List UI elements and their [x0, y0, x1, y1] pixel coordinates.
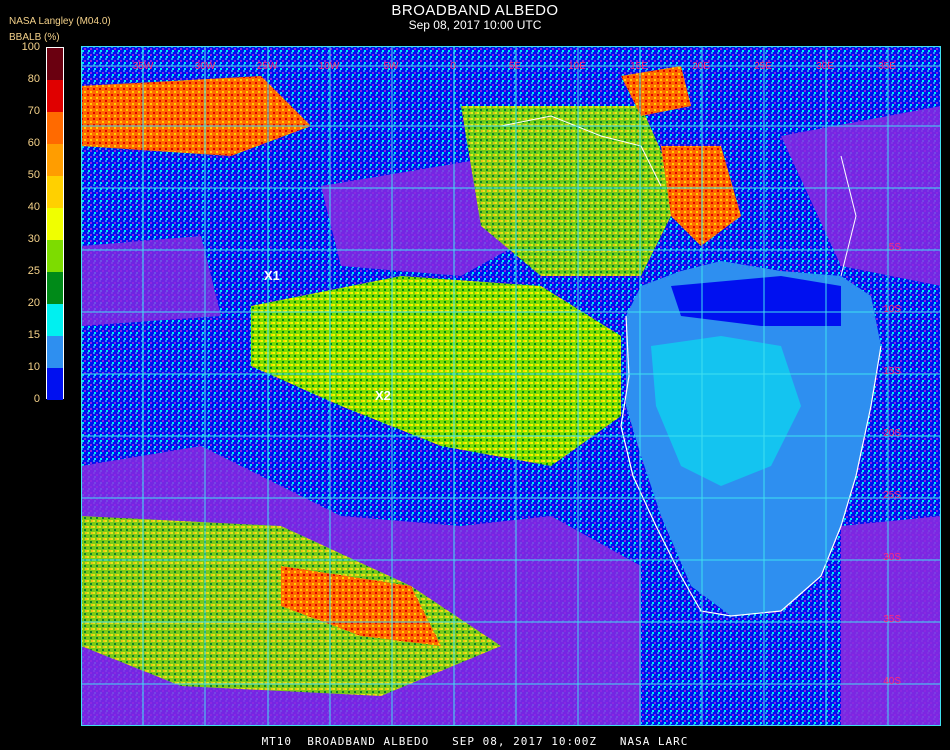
legend-tick: 30 — [27, 233, 40, 245]
map-title: BROADBAND ALBEDO — [391, 2, 559, 19]
longitude-label: 10W — [319, 61, 340, 72]
legend-swatch — [47, 112, 63, 144]
legend-swatch — [47, 368, 63, 400]
longitude-label: 25E — [754, 61, 772, 72]
legend-swatch — [47, 272, 63, 304]
marker-x2: X2 — [375, 388, 391, 403]
legend-tick: 40 — [27, 201, 40, 213]
legend-tick: 25 — [27, 265, 40, 277]
longitude-label: 0 — [450, 61, 456, 72]
longitude-label: 35W — [133, 61, 154, 72]
legend-swatch — [47, 304, 63, 336]
legend-swatch — [47, 336, 63, 368]
longitude-label: 5W — [384, 61, 400, 72]
legend-tick: 0 — [33, 393, 40, 405]
legend-tick: 20 — [27, 297, 40, 309]
legend-tick: 50 — [27, 169, 40, 181]
legend-tick: 10 — [27, 361, 40, 373]
legend-swatch — [47, 176, 63, 208]
longitude-label: 30E — [816, 61, 834, 72]
latitude-label: 15S — [883, 366, 901, 377]
longitude-label: 15E — [630, 61, 648, 72]
albedo-map: 35W 30W 25W 10W 5W 0 5E 10E 15E 20E 25E 30E 35E 5S 10… — [81, 46, 941, 726]
legend-tick: 100 — [21, 41, 40, 53]
footer-caption: MT10 BROADBAND ALBEDO SEP 08, 2017 10:00… — [261, 735, 689, 748]
legend-swatch — [47, 80, 63, 112]
longitude-label: 30W — [195, 61, 216, 72]
legend-tick: 60 — [27, 137, 40, 149]
longitude-label: 35E — [878, 61, 896, 72]
latitude-label: 5S — [889, 242, 902, 253]
longitude-label: 20E — [692, 61, 710, 72]
marker-x1: X1 — [264, 268, 280, 283]
color-legend — [46, 47, 64, 400]
longitude-label: 10E — [568, 61, 586, 72]
legend-tick: 70 — [27, 105, 40, 117]
data-source-label: NASA Langley (M04.0) — [9, 16, 111, 27]
latitude-label: 40S — [883, 676, 901, 687]
latitude-label: 25S — [883, 490, 901, 501]
latitude-label: 30S — [883, 552, 901, 563]
map-timestamp: Sep 08, 2017 10:00 UTC — [408, 18, 542, 32]
legend-tick: 15 — [27, 329, 40, 341]
latitude-label: 35S — [883, 614, 901, 625]
latitude-label: 10S — [883, 304, 901, 315]
legend-swatch — [47, 144, 63, 176]
longitude-label: 5E — [509, 61, 522, 72]
legend-swatch — [47, 208, 63, 240]
legend-swatch — [47, 240, 63, 272]
legend-swatch — [47, 48, 63, 80]
longitude-label: 25W — [257, 61, 278, 72]
legend-tick: 80 — [27, 73, 40, 85]
latitude-label: 20S — [883, 428, 901, 439]
